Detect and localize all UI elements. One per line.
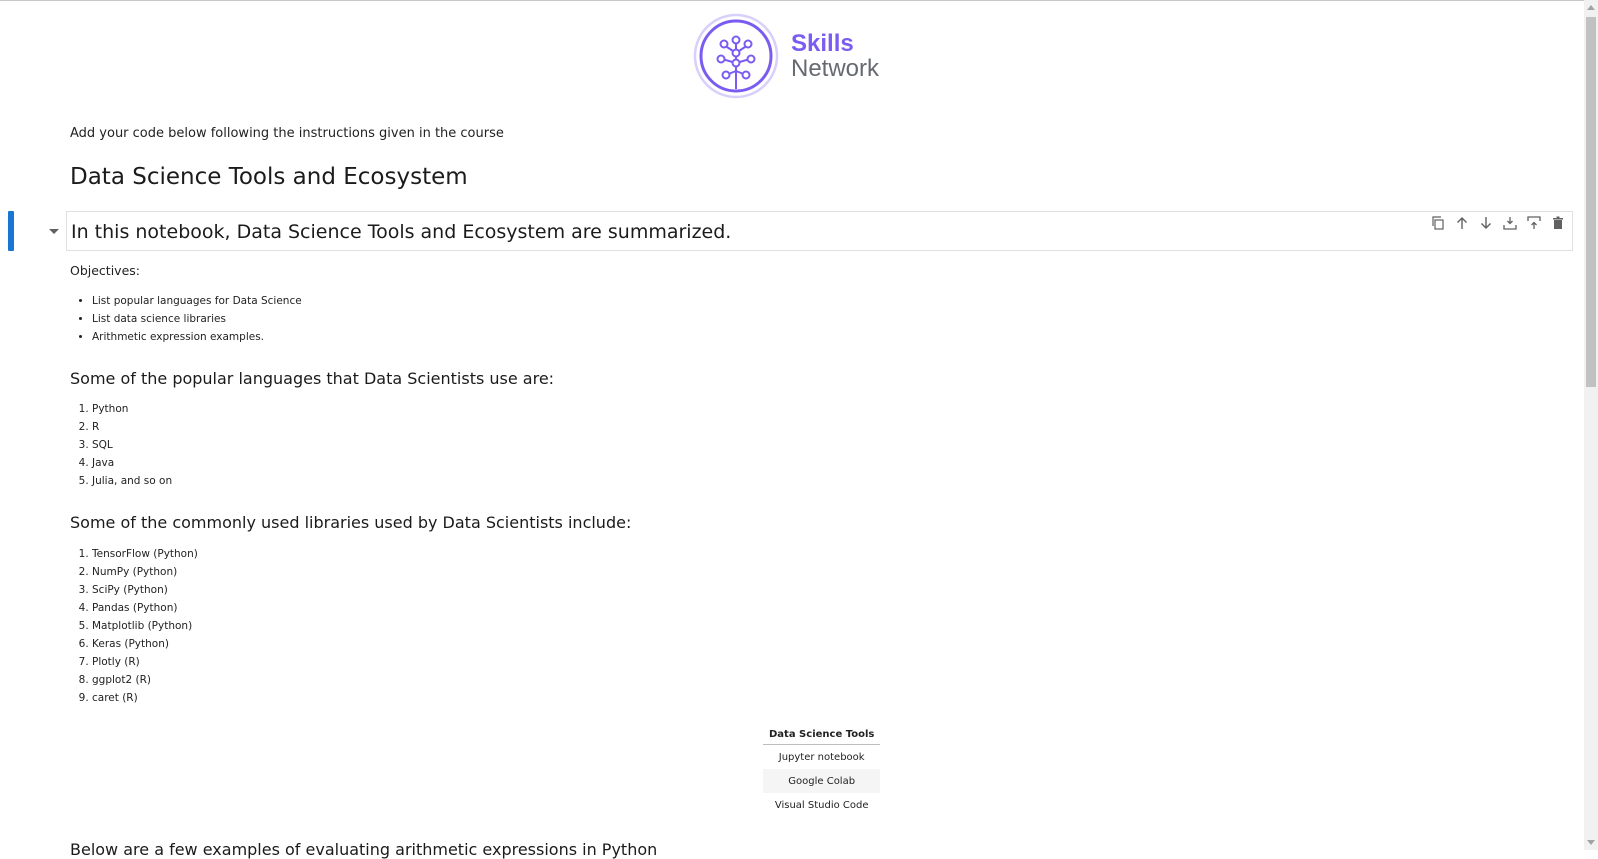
scroll-down-icon[interactable]	[1587, 840, 1595, 845]
intro-text: Add your code below following the instru…	[70, 126, 504, 141]
scrollbar-thumb[interactable]	[1586, 17, 1596, 387]
copy-icon	[1432, 216, 1444, 230]
collapse-heading-icon[interactable]	[49, 229, 59, 234]
table-cell: Jupyter notebook	[778, 751, 865, 763]
list-item: SciPy (Python)	[92, 581, 198, 599]
table-row: Jupyter notebook	[763, 745, 880, 770]
insert-below-button[interactable]	[1502, 215, 1518, 231]
logo-skills-text: Skills	[791, 30, 854, 57]
list-item: NumPy (Python)	[92, 563, 198, 581]
list-item: ggplot2 (R)	[92, 671, 198, 689]
list-item: Julia, and so on	[92, 472, 172, 490]
duplicate-cell-button[interactable]	[1430, 215, 1446, 231]
skills-network-logo: Skills Network	[693, 13, 879, 99]
list-item: List data science libraries	[92, 310, 302, 328]
libraries-heading: Some of the commonly used libraries used…	[70, 513, 632, 532]
list-item: TensorFlow (Python)	[92, 545, 198, 563]
active-markdown-cell[interactable]: In this notebook, Data Science Tools and…	[66, 211, 1573, 251]
list-item: Keras (Python)	[92, 635, 198, 653]
move-down-button[interactable]	[1478, 215, 1494, 231]
arrow-down-icon	[1481, 217, 1491, 229]
list-item: Plotly (R)	[92, 653, 198, 671]
table-header-row: Data Science Tools	[763, 725, 881, 745]
move-up-button[interactable]	[1454, 215, 1470, 231]
list-item: Java	[92, 454, 172, 472]
skills-network-logo-icon	[693, 13, 779, 99]
list-item: Python	[92, 400, 172, 418]
list-item: R	[92, 418, 172, 436]
libraries-list: TensorFlow (Python) NumPy (Python) SciPy…	[70, 545, 198, 707]
active-cell-indicator	[8, 211, 14, 251]
logo-network-text: Network	[791, 55, 880, 82]
table-cell: Google Colab	[763, 769, 881, 793]
table-row: Visual Studio Code	[763, 793, 880, 817]
page-title: Data Science Tools and Ecosystem	[70, 164, 468, 190]
list-item: Pandas (Python)	[92, 599, 198, 617]
objectives-list: List popular languages for Data Science …	[70, 292, 302, 346]
arrow-up-icon	[1457, 217, 1467, 229]
data-science-tools-table: Data Science Tools Jupyter notebook Goog…	[763, 725, 881, 817]
delete-cell-button[interactable]	[1550, 215, 1566, 231]
table-row: Google Colab	[763, 769, 881, 793]
insert-above-icon	[1527, 216, 1541, 229]
list-item: caret (R)	[92, 689, 198, 707]
list-item: Arithmetic expression examples.	[92, 328, 302, 346]
scroll-up-icon[interactable]	[1587, 5, 1595, 10]
list-item: Matplotlib (Python)	[92, 617, 198, 635]
notebook-page: Skills Network Add your code below follo…	[0, 0, 1584, 859]
list-item: List popular languages for Data Science	[92, 292, 302, 310]
table-cell: Visual Studio Code	[774, 799, 869, 811]
objectives-label: Objectives:	[70, 263, 140, 278]
cell-heading: In this notebook, Data Science Tools and…	[71, 221, 732, 243]
list-item: SQL	[92, 436, 172, 454]
insert-above-button[interactable]	[1526, 215, 1542, 231]
table-header: Data Science Tools	[763, 725, 881, 745]
languages-heading: Some of the popular languages that Data …	[70, 369, 555, 388]
logo-wordmark: Skills Network	[791, 31, 879, 81]
cell-toolbar	[1430, 215, 1566, 231]
languages-list: Python R SQL Java Julia, and so on	[70, 400, 172, 490]
vertical-scrollbar[interactable]	[1584, 0, 1598, 850]
insert-below-icon	[1503, 217, 1517, 230]
trash-icon	[1553, 216, 1563, 229]
